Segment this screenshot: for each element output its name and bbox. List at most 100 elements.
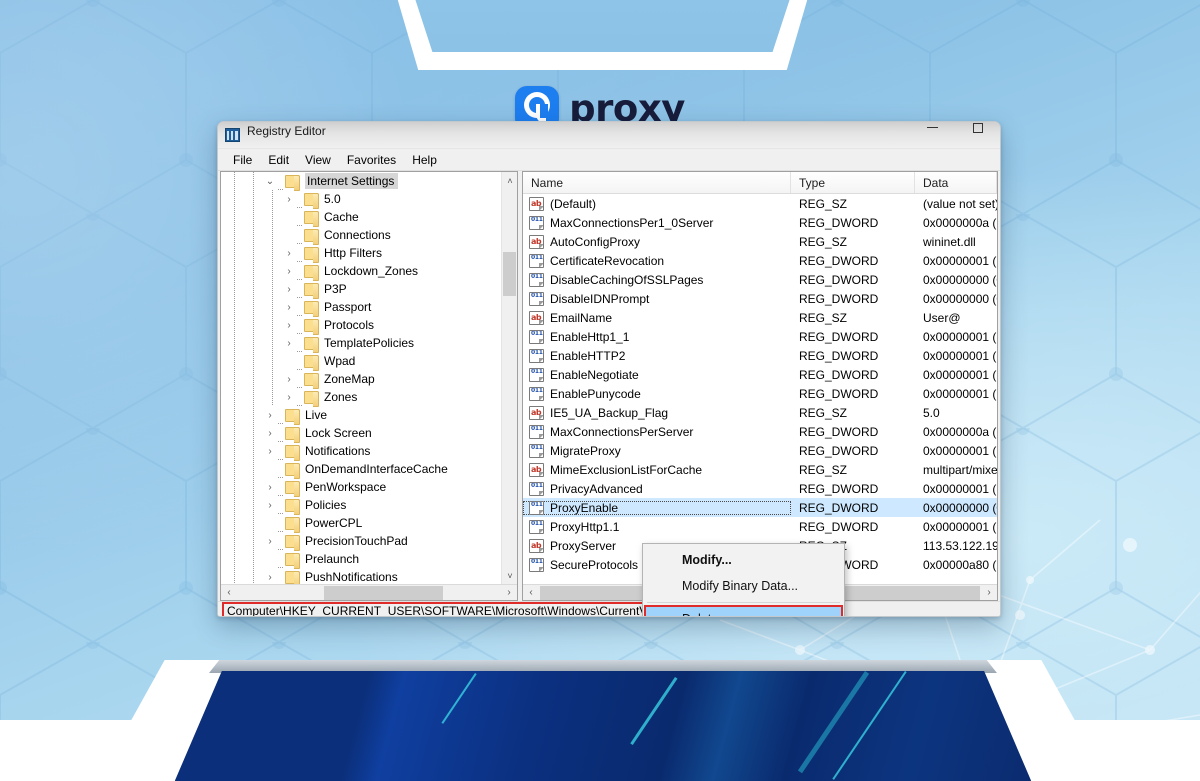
value-name-cell[interactable]: PrivacyAdvanced [523, 482, 791, 496]
list-scroll-left-arrow[interactable]: ‹ [523, 585, 539, 601]
tree-expander-icon[interactable]: › [282, 388, 296, 406]
tree-node[interactable]: ›Live [221, 406, 501, 424]
context-menu-item[interactable]: Delete [645, 606, 842, 617]
tree-node[interactable]: ›Lock Screen [221, 424, 501, 442]
menu-bar[interactable]: File Edit View Favorites Help [218, 149, 1000, 171]
menu-item-file[interactable]: File [225, 151, 260, 169]
tree-hscroll-thumb[interactable] [324, 586, 443, 600]
minimize-button[interactable] [910, 121, 955, 141]
tree-expander-icon[interactable]: ⌄ [263, 172, 277, 190]
tree-node[interactable]: ›Passport [221, 298, 501, 316]
value-name-cell[interactable]: EnableNegotiate [523, 368, 791, 382]
tree-expander-icon[interactable]: › [282, 370, 296, 388]
window-title-bar[interactable]: Registry Editor [218, 122, 1000, 149]
tree-node[interactable]: Connections [221, 226, 501, 244]
menu-item-favorites[interactable]: Favorites [339, 151, 404, 169]
value-context-menu[interactable]: Modify...Modify Binary Data...DeleteRena… [642, 543, 845, 617]
tree-expander-icon[interactable]: › [282, 262, 296, 280]
column-header-name[interactable]: Name [523, 172, 791, 193]
tree-expander-icon[interactable] [282, 226, 296, 244]
tree-expander-icon[interactable]: › [263, 532, 277, 550]
tree-node[interactable]: Wpad [221, 352, 501, 370]
tree-expander-icon[interactable]: › [263, 442, 277, 460]
tree-node[interactable]: ›P3P [221, 280, 501, 298]
value-row[interactable]: MaxConnectionsPer1_0ServerREG_DWORD0x000… [523, 213, 997, 232]
tree-expander-icon[interactable]: › [282, 334, 296, 352]
tree-expander-icon[interactable]: › [282, 316, 296, 334]
value-rows[interactable]: (Default)REG_SZ(value not set) MaxConnec… [523, 194, 997, 584]
value-name-cell[interactable]: EnableHttp1_1 [523, 330, 791, 344]
column-header-data[interactable]: Data [915, 172, 997, 193]
value-name-cell[interactable]: EnablePunycode [523, 387, 791, 401]
tree-node[interactable]: ⌄Internet Settings [221, 172, 501, 190]
menu-item-edit[interactable]: Edit [260, 151, 297, 169]
tree-scroll-down-arrow[interactable]: ˅ [502, 567, 518, 584]
value-name-cell[interactable]: IE5_UA_Backup_Flag [523, 406, 791, 420]
tree-expander-icon[interactable] [282, 352, 296, 370]
tree-node[interactable]: ›TemplatePolicies [221, 334, 501, 352]
tree-expander-icon[interactable] [263, 460, 277, 478]
tree-scroll-right-arrow[interactable]: › [501, 585, 517, 601]
tree-node[interactable]: ›PushNotifications [221, 568, 501, 584]
menu-item-view[interactable]: View [297, 151, 339, 169]
value-row[interactable]: MaxConnectionsPerServerREG_DWORD0x000000… [523, 422, 997, 441]
tree-node[interactable]: ›Protocols [221, 316, 501, 334]
tree-node[interactable]: ›Policies [221, 496, 501, 514]
value-name-cell[interactable]: MaxConnectionsPer1_0Server [523, 216, 791, 230]
tree-scroll-up-arrow[interactable]: ˄ [502, 172, 518, 189]
value-row[interactable]: EmailNameREG_SZUser@ [523, 308, 997, 327]
maximize-button[interactable] [955, 121, 1000, 141]
tree-expander-icon[interactable]: › [282, 280, 296, 298]
value-name-cell[interactable]: MigrateProxy [523, 444, 791, 458]
value-list-header[interactable]: Name Type Data [523, 172, 997, 194]
value-name-cell[interactable]: MaxConnectionsPerServer [523, 425, 791, 439]
value-row[interactable]: ProxyHttp1.1REG_DWORD0x00000001 (1) [523, 517, 997, 536]
context-menu-item[interactable]: Modify... [643, 547, 844, 573]
value-name-cell[interactable]: EmailName [523, 311, 791, 325]
tree-node-list[interactable]: ⌄Internet Settings›5.0CacheConnections›H… [221, 172, 501, 584]
tree-node[interactable]: ›Lockdown_Zones [221, 262, 501, 280]
value-row[interactable]: PrivacyAdvancedREG_DWORD0x00000001 (1) [523, 479, 997, 498]
value-name-cell[interactable]: DisableCachingOfSSLPages [523, 273, 791, 287]
value-row[interactable]: EnableHTTP2REG_DWORD0x00000001 (1) [523, 346, 997, 365]
tree-expander-icon[interactable]: › [263, 424, 277, 442]
tree-expander-icon[interactable] [263, 514, 277, 532]
tree-expander-icon[interactable]: › [263, 568, 277, 584]
tree-node[interactable]: ›ZoneMap [221, 370, 501, 388]
tree-expander-icon[interactable]: › [263, 478, 277, 496]
tree-expander-icon[interactable] [282, 208, 296, 226]
list-scroll-right-arrow[interactable]: › [981, 585, 997, 601]
tree-expander-icon[interactable]: › [282, 190, 296, 208]
value-name-cell[interactable]: MimeExclusionListForCache [523, 463, 791, 477]
value-row[interactable]: DisableCachingOfSSLPagesREG_DWORD0x00000… [523, 270, 997, 289]
tree-expander-icon[interactable]: › [263, 496, 277, 514]
value-name-cell[interactable]: AutoConfigProxy [523, 235, 791, 249]
tree-node[interactable]: PowerCPL [221, 514, 501, 532]
registry-key-tree[interactable]: ⌄Internet Settings›5.0CacheConnections›H… [220, 171, 518, 601]
tree-scroll-thumb[interactable] [503, 252, 516, 296]
value-name-cell[interactable]: DisableIDNPrompt [523, 292, 791, 306]
tree-expander-icon[interactable]: › [282, 244, 296, 262]
tree-node[interactable]: ›PrecisionTouchPad [221, 532, 501, 550]
tree-vertical-scrollbar[interactable]: ˄ ˅ [501, 172, 517, 584]
tree-scroll-left-arrow[interactable]: ‹ [221, 585, 237, 601]
context-menu-item[interactable]: Modify Binary Data... [643, 573, 844, 599]
value-row[interactable]: ProxyEnableREG_DWORD0x00000000 (0) [523, 498, 997, 517]
tree-node[interactable]: ›PenWorkspace [221, 478, 501, 496]
tree-expander-icon[interactable] [263, 550, 277, 568]
value-row[interactable]: (Default)REG_SZ(value not set) [523, 194, 997, 213]
value-row[interactable]: MigrateProxyREG_DWORD0x00000001 (1) [523, 441, 997, 460]
tree-node[interactable]: ›Http Filters [221, 244, 501, 262]
value-name-cell[interactable]: CertificateRevocation [523, 254, 791, 268]
value-row[interactable]: AutoConfigProxyREG_SZwininet.dll [523, 232, 997, 251]
menu-item-help[interactable]: Help [404, 151, 445, 169]
tree-node[interactable]: ›5.0 [221, 190, 501, 208]
value-row[interactable]: IE5_UA_Backup_FlagREG_SZ5.0 [523, 403, 997, 422]
tree-expander-icon[interactable]: › [263, 406, 277, 424]
tree-node[interactable]: OnDemandInterfaceCache [221, 460, 501, 478]
value-row[interactable]: EnablePunycodeREG_DWORD0x00000001 (1) [523, 384, 997, 403]
value-row[interactable]: EnableHttp1_1REG_DWORD0x00000001 (1) [523, 327, 997, 346]
registry-editor-window[interactable]: Registry Editor File Edit View Favorites… [217, 121, 1001, 617]
tree-node[interactable]: Cache [221, 208, 501, 226]
value-name-cell[interactable]: (Default) [523, 197, 791, 211]
